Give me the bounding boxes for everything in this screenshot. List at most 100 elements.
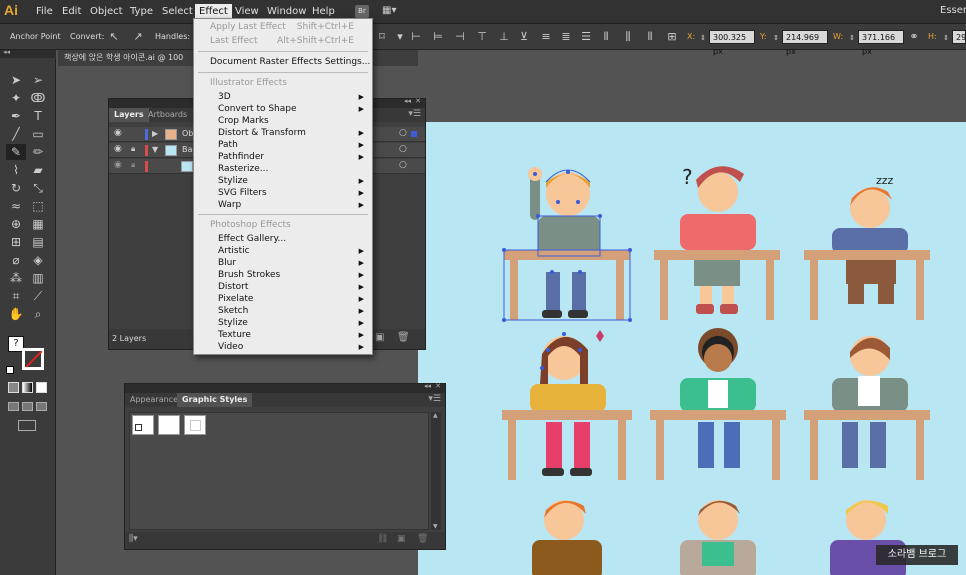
w-field[interactable]: 371.166 px bbox=[858, 30, 904, 56]
menu-effect-gallery[interactable]: Effect Gallery... bbox=[194, 233, 372, 245]
scroll-up-icon[interactable]: ▲ bbox=[433, 412, 438, 419]
menu-edit[interactable]: Edit bbox=[58, 4, 85, 20]
expand-triangle-icon[interactable]: ▶ bbox=[152, 129, 158, 138]
align-center-icon[interactable]: ⊨ bbox=[432, 31, 444, 43]
rotate-tool-icon[interactable]: ↻ bbox=[6, 180, 26, 196]
menu-path[interactable]: Path ▶ bbox=[194, 139, 372, 151]
gradient-tool-icon[interactable]: ▤ bbox=[28, 234, 48, 250]
student-confused[interactable]: ? bbox=[654, 165, 780, 320]
menu-stylize-photoshop[interactable]: Stylize ▶ bbox=[194, 317, 372, 329]
visibility-eye-icon[interactable]: ◉ bbox=[114, 160, 122, 170]
bridge-button[interactable]: Br bbox=[355, 5, 369, 18]
y-field[interactable]: 214.969 px bbox=[782, 30, 828, 56]
anchor-dropdown-icon[interactable]: ▾ bbox=[394, 31, 406, 43]
student-reading-paper[interactable] bbox=[804, 336, 930, 480]
collapse-panel-icon[interactable]: ◂◂ bbox=[404, 97, 411, 105]
menu-distort[interactable]: Distort ▶ bbox=[194, 281, 372, 293]
default-style-swatch[interactable] bbox=[132, 415, 154, 435]
h-field[interactable]: 29 bbox=[952, 30, 966, 44]
panel-menu-icon[interactable]: ▾☰ bbox=[408, 109, 421, 119]
menu-texture[interactable]: Texture ▶ bbox=[194, 329, 372, 341]
y-stepper-icon[interactable]: ⇕ bbox=[770, 32, 782, 44]
none-mode-icon[interactable] bbox=[36, 382, 47, 393]
anchor-remove-icon[interactable]: ⌑ bbox=[376, 31, 388, 43]
menu-convert-to-shape[interactable]: Convert to Shape ▶ bbox=[194, 103, 372, 115]
column-graph-tool-icon[interactable]: ▥ bbox=[28, 270, 48, 286]
tools-panel-header[interactable]: ◂◂ bbox=[0, 48, 56, 58]
lock-icon[interactable]: 🔒︎ bbox=[131, 144, 135, 154]
student-frustrated[interactable] bbox=[502, 330, 632, 480]
distribute-top-icon[interactable]: ≡ bbox=[540, 31, 552, 43]
x-stepper-icon[interactable]: ⇕ bbox=[697, 32, 709, 44]
menu-warp[interactable]: Warp ▶ bbox=[194, 199, 372, 211]
draw-behind-icon[interactable] bbox=[22, 402, 33, 411]
blend-tool-icon[interactable]: ◈ bbox=[28, 252, 48, 268]
selection-tool-icon[interactable]: ➤ bbox=[6, 72, 26, 88]
distribute-left-icon[interactable]: ⫴ bbox=[600, 31, 612, 43]
align-bottom-icon[interactable]: ⊻ bbox=[518, 31, 530, 43]
lock-icon[interactable]: 🔒︎ bbox=[131, 160, 135, 170]
free-transform-tool-icon[interactable]: ⬚ bbox=[28, 198, 48, 214]
style-libraries-icon[interactable]: ⫼▾ bbox=[129, 534, 138, 544]
menu-video[interactable]: Video ▶ bbox=[194, 341, 372, 353]
type-tool-icon[interactable]: T bbox=[28, 108, 48, 124]
shape-builder-tool-icon[interactable]: ⊕ bbox=[6, 216, 26, 232]
paintbrush-tool-icon[interactable]: ✎ bbox=[6, 144, 26, 160]
pencil-tool-icon[interactable]: ✏ bbox=[28, 144, 48, 160]
perspective-grid-tool-icon[interactable]: ▦ bbox=[28, 216, 48, 232]
workspace-switcher[interactable]: Essent bbox=[940, 5, 966, 16]
student-curly-hair[interactable] bbox=[650, 328, 786, 480]
style-swatch[interactable] bbox=[184, 415, 206, 435]
close-panel-icon[interactable]: ✕ bbox=[415, 97, 421, 105]
width-tool-icon[interactable]: ≈ bbox=[6, 198, 26, 214]
menu-blur[interactable]: Blur ▶ bbox=[194, 257, 372, 269]
align-top-icon[interactable]: ⊤ bbox=[476, 31, 488, 43]
menu-sketch[interactable]: Sketch ▶ bbox=[194, 305, 372, 317]
styles-scrollbar[interactable]: ▲ ▼ bbox=[431, 412, 441, 530]
default-colors-icon[interactable] bbox=[6, 366, 14, 374]
close-panel-icon[interactable]: ✕ bbox=[435, 382, 441, 390]
slice-tool-icon[interactable]: ⟋ bbox=[28, 288, 48, 304]
menu-stylize-illustrator[interactable]: Stylize ▶ bbox=[194, 175, 372, 187]
direct-selection-tool-icon[interactable]: ➢ bbox=[28, 72, 48, 88]
artboard-tool-icon[interactable]: ⌗ bbox=[6, 288, 26, 304]
target-circle-icon[interactable]: ○ bbox=[399, 160, 407, 170]
x-field[interactable]: 300.325 px bbox=[709, 30, 755, 56]
distribute-right-icon[interactable]: ⦀ bbox=[644, 31, 656, 43]
menu-distort-transform[interactable]: Distort & Transform ▶ bbox=[194, 127, 372, 139]
h-stepper-icon[interactable]: ⇕ bbox=[940, 32, 952, 44]
convert-smooth-icon[interactable]: ↗ bbox=[132, 31, 144, 43]
align-right-icon[interactable]: ⊣ bbox=[454, 31, 466, 43]
menu-brush-strokes[interactable]: Brush Strokes ▶ bbox=[194, 269, 372, 281]
panel-menu-icon[interactable]: ▾☰ bbox=[428, 394, 441, 404]
pen-tool-icon[interactable]: ✒ bbox=[6, 108, 26, 124]
tab-appearance[interactable]: Appearance bbox=[125, 393, 183, 407]
line-tool-icon[interactable]: ╱ bbox=[6, 126, 26, 142]
new-style-icon[interactable]: ▣ bbox=[397, 534, 406, 544]
menu-artistic[interactable]: Artistic ▶ bbox=[194, 245, 372, 257]
gradient-mode-icon[interactable] bbox=[22, 382, 33, 393]
collapse-icon[interactable]: ◂◂ bbox=[3, 48, 10, 56]
zoom-tool-icon[interactable]: ⌕ bbox=[28, 306, 48, 322]
menu-svg-filters[interactable]: SVG Filters ▶ bbox=[194, 187, 372, 199]
eyedropper-tool-icon[interactable]: ⌀ bbox=[6, 252, 26, 268]
document-tab[interactable]: 책상에 앉은 학생 아이콘.ai @ 100 bbox=[64, 52, 183, 63]
hand-tool-icon[interactable]: ✋ bbox=[6, 306, 26, 322]
styles-panel-header[interactable]: ◂◂ ✕ bbox=[125, 382, 445, 393]
constrain-link-icon[interactable]: ⚭ bbox=[908, 31, 920, 43]
distribute-center-icon[interactable]: ⫼ bbox=[622, 31, 634, 43]
new-layer-icon[interactable]: ▣ bbox=[375, 332, 384, 343]
transform-grid-icon[interactable]: ⊞ bbox=[666, 31, 678, 43]
tab-artboards[interactable]: Artboards bbox=[143, 108, 192, 122]
eraser-tool-icon[interactable]: ▰ bbox=[28, 162, 48, 178]
menu-pathfinder[interactable]: Pathfinder ▶ bbox=[194, 151, 372, 163]
color-mode-icon[interactable] bbox=[8, 382, 19, 393]
arrange-documents-icon[interactable]: ▦▾ bbox=[382, 5, 404, 18]
menu-3d[interactable]: 3D ▶ bbox=[194, 91, 372, 103]
student-raising-hand[interactable] bbox=[502, 167, 632, 322]
menu-object[interactable]: Object bbox=[86, 4, 127, 20]
w-stepper-icon[interactable]: ⇕ bbox=[846, 32, 858, 44]
delete-style-icon[interactable]: 🗑︎ bbox=[417, 534, 428, 544]
student-annoyed[interactable] bbox=[532, 500, 602, 575]
style-swatch[interactable] bbox=[158, 415, 180, 435]
